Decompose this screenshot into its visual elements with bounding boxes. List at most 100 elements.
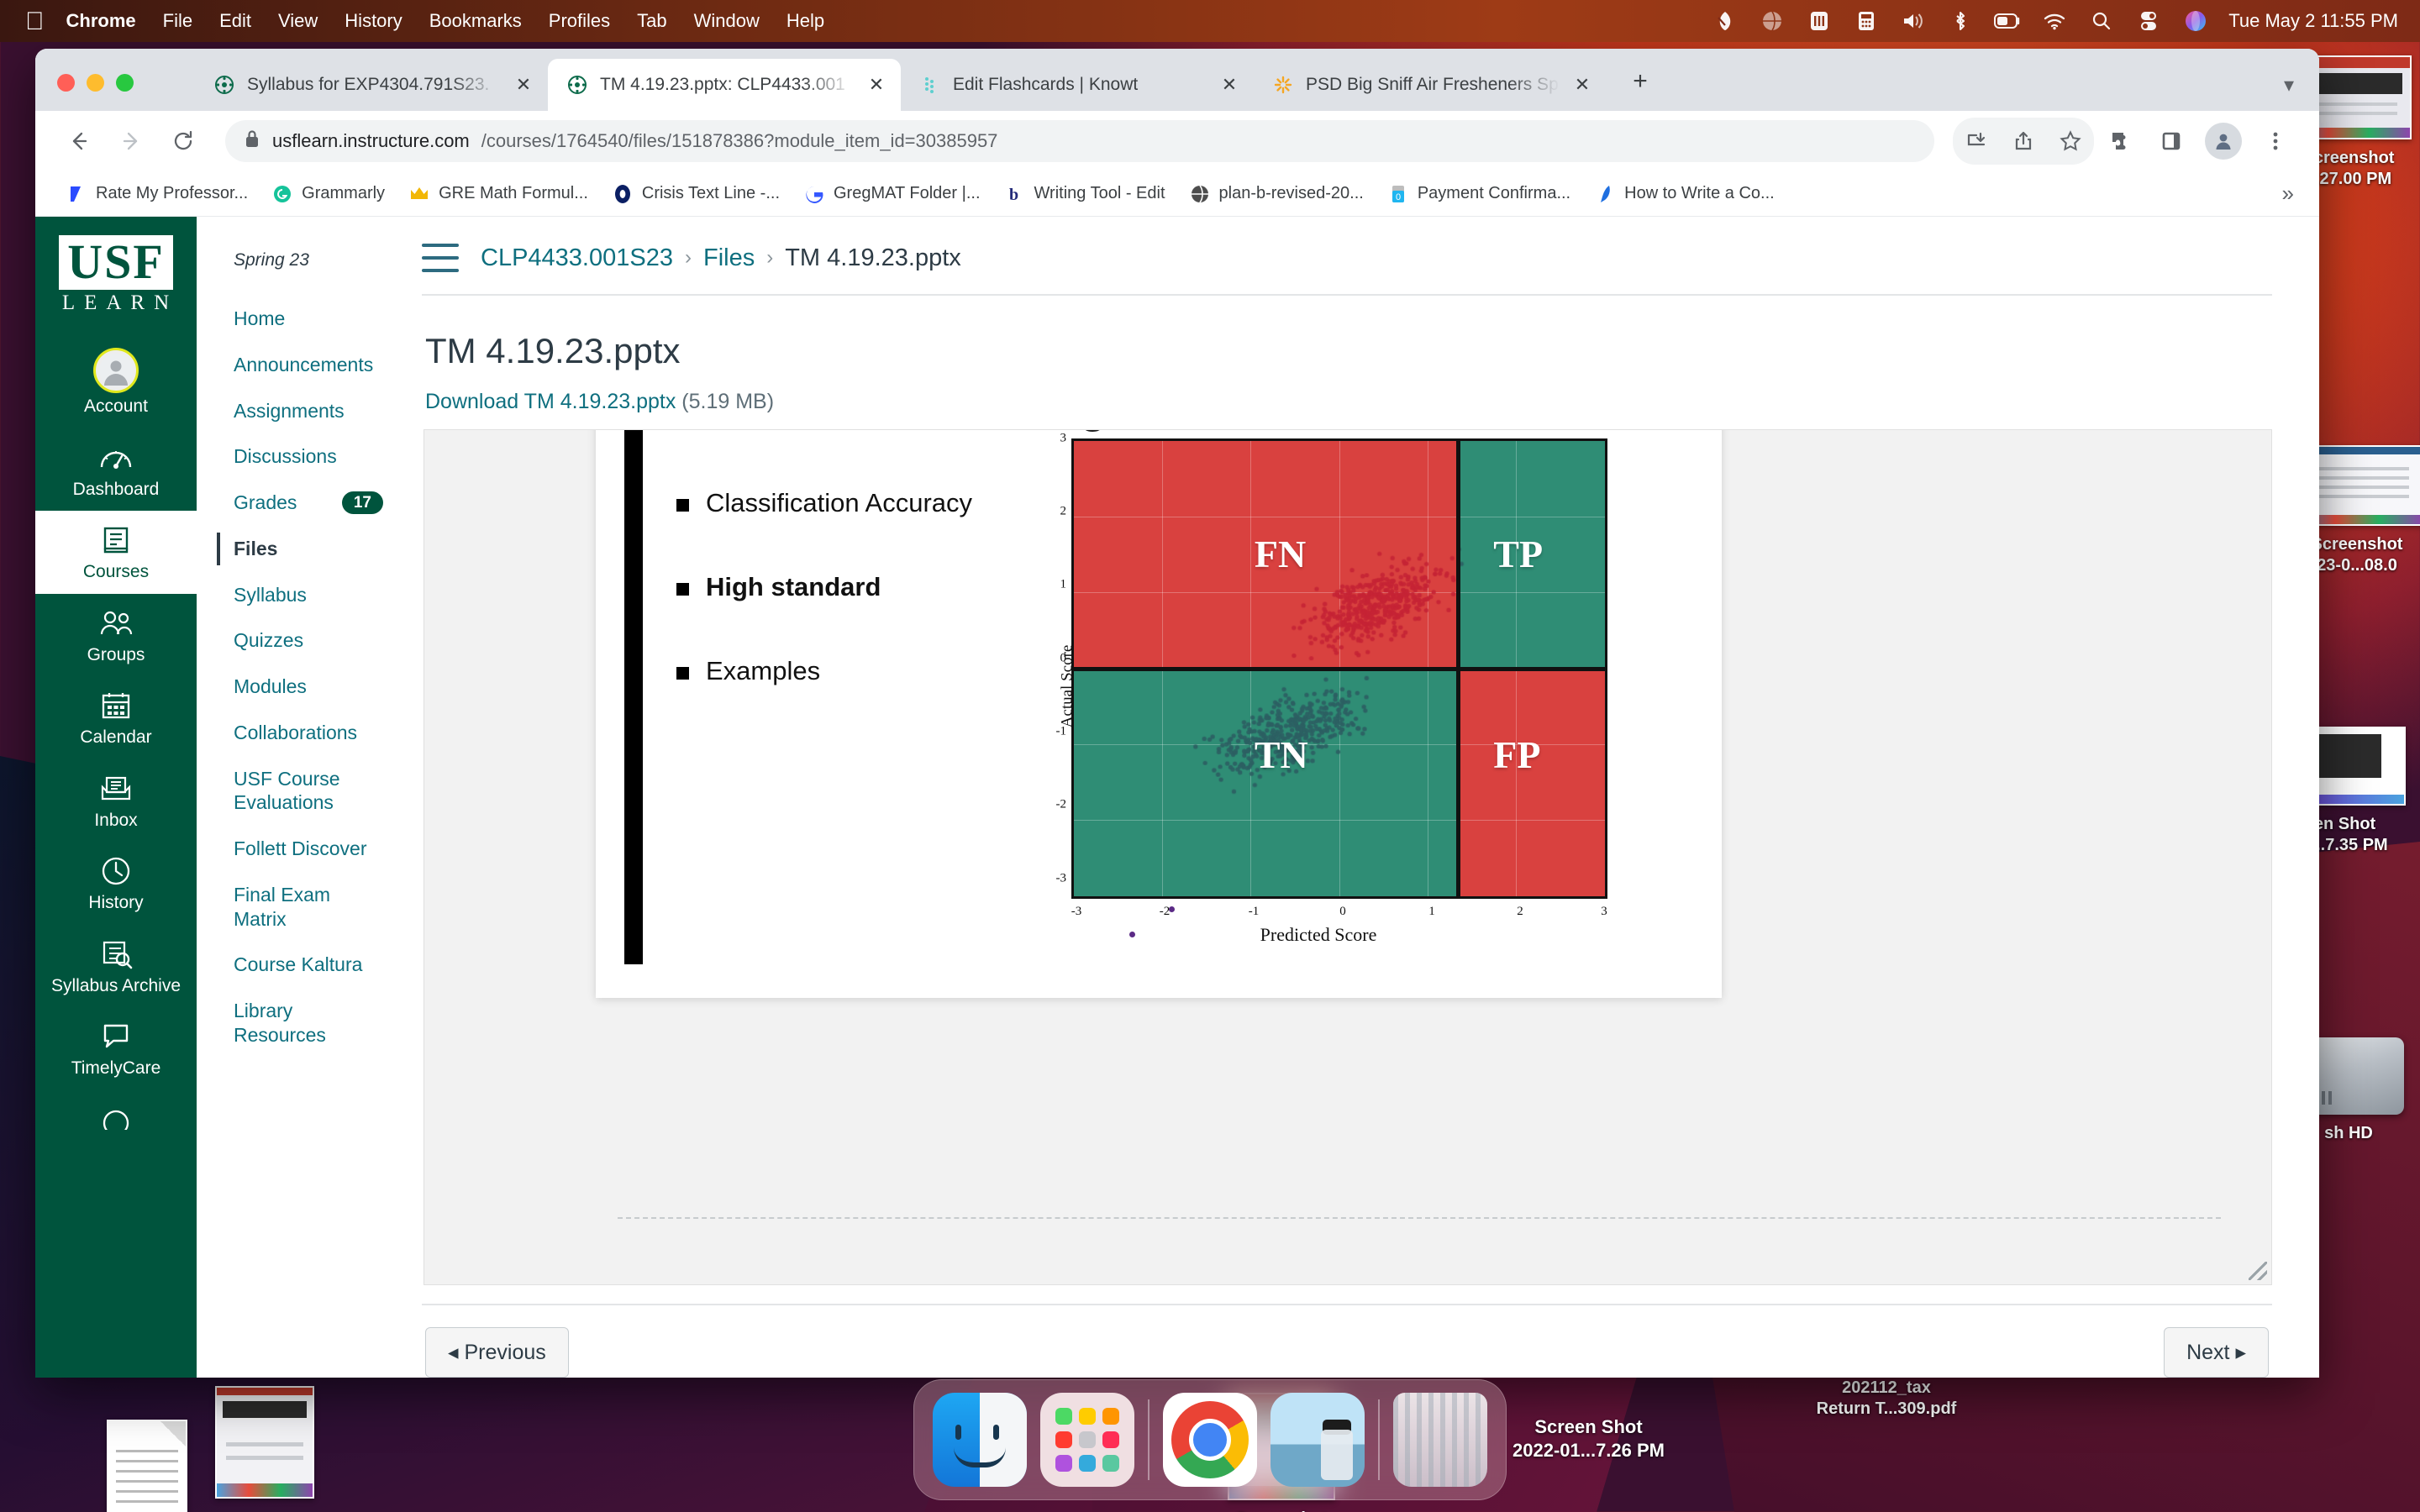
volume-icon[interactable] <box>1899 8 1928 34</box>
close-tab-icon[interactable]: ✕ <box>1218 74 1240 96</box>
usf-learn-logo[interactable]: USF LEARN <box>54 235 178 315</box>
course-nav-home[interactable]: Home <box>217 296 392 342</box>
install-icon[interactable] <box>1953 118 2000 165</box>
sidebar-item-account[interactable]: Account <box>35 337 197 428</box>
bookmark-plan-b-revised[interactable]: plan-b-revised-20... <box>1177 183 1376 205</box>
bookmark-gre-math-formula[interactable]: GRE Math Formul... <box>397 183 600 205</box>
file-preview-pane[interactable]: Making Predictions Classification Accura… <box>424 429 2272 1285</box>
bookmark-rate-my-professor[interactable]: Rate My Professor... <box>54 183 260 205</box>
course-nav-assignments[interactable]: Assignments <box>217 388 392 434</box>
extensions-puzzle-icon[interactable] <box>2097 118 2144 165</box>
sidebar-item-inbox[interactable]: Inbox <box>35 759 197 843</box>
preview-resize-handle[interactable] <box>2249 1262 2267 1280</box>
minimize-window-button[interactable] <box>87 74 104 92</box>
menu-item-window[interactable]: Window <box>694 10 760 32</box>
browser-tab-3[interactable]: Edit Flashcards | Knowt ✕ <box>901 59 1254 111</box>
menu-item-profiles[interactable]: Profiles <box>549 10 610 32</box>
menu-item-history[interactable]: History <box>345 10 402 32</box>
sidebar-item-groups[interactable]: Groups <box>35 594 197 677</box>
back-arrow-icon[interactable] <box>55 118 103 165</box>
close-window-button[interactable] <box>57 74 75 92</box>
stats-icon[interactable] <box>1805 8 1833 34</box>
sidebar-item-partial[interactable] <box>35 1090 197 1150</box>
maximize-window-button[interactable] <box>116 74 134 92</box>
menu-item-bookmarks[interactable]: Bookmarks <box>429 10 522 32</box>
course-nav-collaborations[interactable]: Collaborations <box>217 710 392 756</box>
bookmarks-overflow-button[interactable]: » <box>2282 181 2301 207</box>
course-nav-modules[interactable]: Modules <box>217 664 392 710</box>
bluetooth-icon[interactable] <box>1946 8 1975 34</box>
spotlight-search-icon[interactable] <box>2087 8 2116 34</box>
previous-button[interactable]: ◂ Previous <box>425 1327 569 1378</box>
chrome-icon[interactable] <box>1163 1393 1257 1487</box>
course-nav-files[interactable]: Files <box>217 526 392 572</box>
dropbox-icon[interactable] <box>1711 8 1739 34</box>
chrome-menu-kebab-icon[interactable] <box>2252 118 2299 165</box>
course-nav-course-kaltura[interactable]: Course Kaltura <box>217 942 392 988</box>
launchpad-icon[interactable] <box>1040 1393 1134 1487</box>
window-traffic-lights[interactable] <box>57 74 134 92</box>
preview-icon[interactable] <box>1270 1393 1365 1487</box>
trash-icon[interactable] <box>1393 1393 1487 1487</box>
menu-item-chrome[interactable]: Chrome <box>66 10 136 32</box>
desktop-icon-screenshot-4[interactable] <box>185 1386 345 1507</box>
next-button[interactable]: Next ▸ <box>2164 1327 2269 1378</box>
wifi-icon[interactable] <box>2040 8 2069 34</box>
browser-tab-4[interactable]: PSD Big Sniff Air Fresheners Sp ✕ <box>1254 59 1607 111</box>
bookmark-grammarly[interactable]: Grammarly <box>260 183 397 205</box>
browser-tab-1[interactable]: Syllabus for EXP4304.791S23. ✕ <box>195 59 548 111</box>
breadcrumb-files-link[interactable]: Files <box>703 244 755 272</box>
sidebar-item-calendar[interactable]: Calendar <box>35 676 197 759</box>
bookmark-crisis-text-line[interactable]: Crisis Text Line -... <box>600 183 792 205</box>
menu-item-file[interactable]: File <box>163 10 192 32</box>
address-bar[interactable]: usflearn.instructure.com/courses/1764540… <box>225 120 1934 162</box>
apple-icon[interactable]:  <box>25 8 45 34</box>
menu-item-tab[interactable]: Tab <box>637 10 666 32</box>
sidebar-item-dashboard[interactable]: Dashboard <box>35 428 197 512</box>
course-nav-usf-course-evaluations[interactable]: USF Course Evaluations <box>217 756 392 827</box>
desktop-icon-tax-return-pdf[interactable]: 202112_tax Return T...309.pdf <box>1807 1378 1966 1420</box>
menu-bar-clock[interactable]: Tue May 2 11:55 PM <box>2228 10 2398 32</box>
sidebar-item-courses[interactable]: Courses <box>35 511 197 594</box>
close-tab-icon[interactable]: ✕ <box>865 74 887 96</box>
share-icon[interactable] <box>2000 118 2047 165</box>
new-tab-button[interactable]: + <box>1622 67 1659 96</box>
bookmark-payment-confirmation[interactable]: 0 Payment Confirma... <box>1376 183 1582 205</box>
menu-item-edit[interactable]: Edit <box>219 10 251 32</box>
course-nav-discussions[interactable]: Discussions <box>217 433 392 480</box>
close-tab-icon[interactable]: ✕ <box>1571 74 1593 96</box>
bookmark-star-icon[interactable] <box>2047 118 2094 165</box>
course-nav-final-exam-matrix[interactable]: Final Exam Matrix <box>217 872 392 942</box>
menu-item-view[interactable]: View <box>278 10 318 32</box>
sidebar-item-timelycare[interactable]: TimelyCare <box>35 1007 197 1090</box>
bookmark-gregmat-folder[interactable]: GregMAT Folder |... <box>792 183 992 205</box>
course-nav-grades[interactable]: Grades 17 <box>217 480 392 526</box>
hamburger-menu-icon[interactable] <box>422 244 459 272</box>
siri-icon[interactable] <box>2181 8 2210 34</box>
finder-icon[interactable] <box>933 1393 1027 1487</box>
course-nav-library-resources[interactable]: Library Resources <box>217 988 392 1058</box>
breadcrumb-course-link[interactable]: CLP4433.001S23 <box>481 244 673 272</box>
globe-icon[interactable] <box>1758 8 1786 34</box>
profile-avatar-icon[interactable] <box>2205 123 2242 160</box>
course-nav-quizzes[interactable]: Quizzes <box>217 617 392 664</box>
sidebar-item-history[interactable]: History <box>35 842 197 925</box>
lock-icon[interactable] <box>244 129 260 154</box>
control-center-icon[interactable] <box>2134 8 2163 34</box>
battery-icon[interactable] <box>1993 8 2022 34</box>
download-file-link[interactable]: Download TM 4.19.23.pptx <box>425 390 676 413</box>
course-nav-follett-discover[interactable]: Follett Discover <box>217 826 392 872</box>
calculator-icon[interactable] <box>1852 8 1881 34</box>
bookmark-writing-tool[interactable]: b Writing Tool - Edit <box>992 183 1177 205</box>
tab-search-chevron-down-icon[interactable]: ▾ <box>2284 73 2294 97</box>
menu-item-help[interactable]: Help <box>786 10 824 32</box>
side-panel-icon[interactable] <box>2148 118 2195 165</box>
bookmark-how-to-write-a-cover-letter[interactable]: How to Write a Co... <box>1582 183 1786 205</box>
close-tab-icon[interactable]: ✕ <box>513 74 534 96</box>
reload-icon[interactable] <box>160 118 207 165</box>
browser-tab-2[interactable]: TM 4.19.23.pptx: CLP4433.001 ✕ <box>548 59 901 111</box>
course-nav-syllabus[interactable]: Syllabus <box>217 572 392 618</box>
forward-arrow-icon[interactable] <box>108 118 155 165</box>
sidebar-item-syllabus-archive[interactable]: Syllabus Archive <box>35 925 197 1008</box>
course-nav-announcements[interactable]: Announcements <box>217 342 392 388</box>
